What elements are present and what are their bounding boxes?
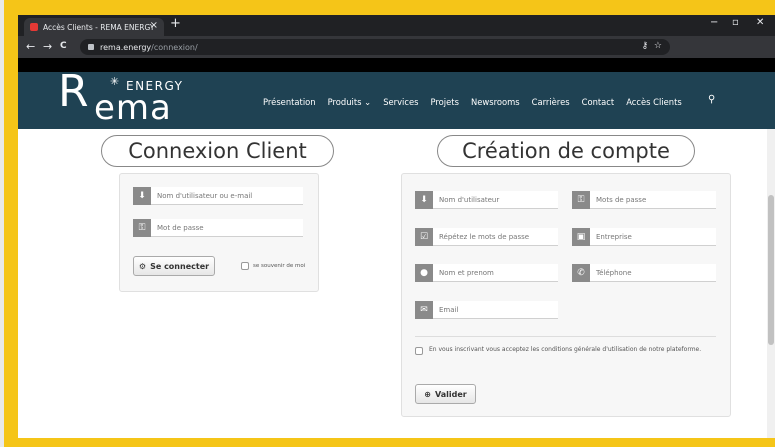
login-button-label: Se connecter — [150, 261, 210, 271]
email-field[interactable]: ✉ Email — [415, 300, 558, 319]
remember-checkbox[interactable] — [241, 262, 249, 270]
conditions-checkbox[interactable] — [415, 347, 423, 355]
favicon-icon — [30, 23, 38, 31]
main-nav: Présentation Produits ⌄ Services Projets… — [263, 97, 694, 107]
signup-password-placeholder: Mots de passe — [596, 195, 647, 204]
signup-username-field[interactable]: ⬇ Nom d'utilisateur — [415, 190, 558, 209]
signup-title: Création de compte — [437, 135, 695, 167]
signup-panel: ⬇ Nom d'utilisateur ⚿ Mots de passe ☑ Ré… — [401, 173, 731, 417]
window-close-icon[interactable]: ✕ — [756, 17, 764, 28]
bookmark-strip — [18, 58, 775, 72]
nav-item-newsrooms[interactable]: Newsrooms — [471, 97, 520, 107]
back-icon[interactable]: ← — [26, 40, 35, 53]
search-icon[interactable]: ⚲ — [708, 94, 715, 105]
lock-icon — [88, 44, 94, 50]
login-panel: ⬇ Nom d'utilisateur ou e-mail ⚿ Mot de p… — [119, 173, 319, 292]
nav-item-contact[interactable]: Contact — [582, 97, 615, 107]
phone-icon: ✆ — [572, 263, 590, 282]
nav-item-acces-clients[interactable]: Accès Clients — [626, 97, 682, 107]
validate-button[interactable]: ⊕ Valider — [415, 384, 476, 404]
gear-icon: ⚙ — [138, 261, 147, 271]
login-button[interactable]: ⚙ Se connecter — [133, 256, 215, 276]
nav-item-services[interactable]: Services — [383, 97, 418, 107]
username-placeholder: Nom d'utilisateur ou e-mail — [157, 191, 253, 200]
bookmark-star-icon[interactable]: ☆ — [654, 41, 662, 51]
check-icon: ☑ — [415, 227, 433, 246]
url-input[interactable]: rema.energy/connexion/ ⚷ ☆ — [80, 39, 670, 55]
tab-bar: Accès Clients - REMA ENERGY × + − ▫ ✕ — [18, 15, 775, 36]
forward-icon[interactable]: → — [43, 40, 52, 53]
url-path: /connexion/ — [151, 42, 198, 52]
fullname-field[interactable]: ● Nom et prenom — [415, 263, 558, 282]
password-field[interactable]: ⚿ Mot de passe — [133, 218, 303, 237]
nav-item-carrieres[interactable]: Carrières — [532, 97, 570, 107]
nav-item-produits[interactable]: Produits ⌄ — [328, 97, 372, 107]
username-field[interactable]: ⬇ Nom d'utilisateur ou e-mail — [133, 186, 303, 205]
email-placeholder: Email — [439, 305, 459, 314]
validate-button-label: Valider — [434, 389, 467, 399]
company-placeholder: Entreprise — [596, 232, 632, 241]
user-icon: ⬇ — [133, 186, 151, 205]
add-user-icon: ⊕ — [424, 389, 431, 399]
fullname-placeholder: Nom et prenom — [439, 268, 494, 277]
envelope-icon: ✉ — [415, 300, 433, 319]
phone-field[interactable]: ✆ Téléphone — [572, 263, 716, 282]
nav-item-projets[interactable]: Projets — [431, 97, 459, 107]
repeat-password-field[interactable]: ☑ Répétez le mots de passe — [415, 227, 558, 246]
new-tab-icon[interactable]: + — [170, 16, 181, 31]
minimize-icon[interactable]: − — [710, 17, 718, 28]
phone-placeholder: Téléphone — [596, 268, 632, 277]
user-icon: ⬇ — [415, 190, 433, 209]
nav-item-presentation[interactable]: Présentation — [263, 97, 316, 107]
briefcase-icon: ▣ — [572, 227, 590, 246]
tab-title: Accès Clients - REMA ENERGY — [43, 22, 155, 32]
scrollbar-thumb[interactable] — [768, 195, 774, 345]
key-icon: ⚿ — [133, 218, 151, 237]
divider — [415, 336, 716, 337]
address-bar: ← → C rema.energy/connexion/ ⚷ ☆ — [18, 36, 775, 58]
remember-label: se souvenir de moi — [253, 263, 306, 269]
password-placeholder: Mot de passe — [157, 223, 204, 232]
browser-tab[interactable]: Accès Clients - REMA ENERGY × — [24, 18, 164, 36]
restore-icon[interactable]: ▫ — [732, 17, 739, 28]
key-icon: ⚿ — [572, 190, 590, 209]
omni-icons: ⚷ ☆ — [642, 41, 662, 51]
logo-ema: ema — [94, 88, 172, 128]
reload-icon[interactable]: C — [60, 41, 67, 51]
site-header: R ✳ ENERGY ema Présentation Produits ⌄ S… — [18, 66, 775, 129]
logo-star-icon: ✳ — [110, 75, 120, 88]
signup-password-field[interactable]: ⚿ Mots de passe — [572, 190, 716, 209]
company-field[interactable]: ▣ Entreprise — [572, 227, 716, 246]
conditions-text: En vous inscrivant vous acceptez les con… — [429, 346, 702, 353]
key-icon[interactable]: ⚷ — [642, 41, 649, 51]
browser-window: Accès Clients - REMA ENERGY × + − ▫ ✕ ← … — [18, 15, 775, 438]
person-icon: ● — [415, 263, 433, 282]
repeat-password-placeholder: Répétez le mots de passe — [439, 232, 530, 241]
signup-username-placeholder: Nom d'utilisateur — [439, 195, 500, 204]
login-title: Connexion Client — [101, 135, 334, 167]
logo-letter: R — [58, 66, 89, 117]
url-domain: rema.energy — [100, 42, 152, 52]
close-tab-icon[interactable]: × — [150, 20, 158, 31]
